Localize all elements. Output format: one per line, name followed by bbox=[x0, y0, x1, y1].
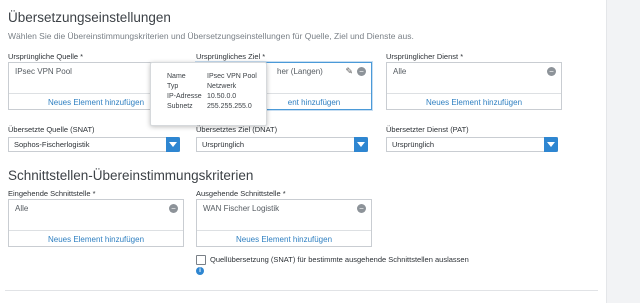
outbound-add-button[interactable]: Neues Element hinzufügen bbox=[197, 235, 371, 244]
divider bbox=[387, 93, 561, 94]
remove-icon[interactable]: − bbox=[357, 67, 366, 76]
orig-dest-add-button[interactable]: ent hinzufügen bbox=[257, 98, 371, 107]
info-icon[interactable]: i bbox=[196, 267, 204, 275]
skip-snat-label: Quellübersetzung (SNAT) für bestimmte au… bbox=[210, 255, 469, 264]
chevron-down-icon[interactable] bbox=[544, 137, 558, 152]
orig-source-item[interactable]: IPsec VPN Pool bbox=[15, 67, 72, 76]
tooltip-key: IP-Adresse bbox=[167, 93, 202, 100]
trans-dest-select[interactable]: Ursprünglich bbox=[196, 137, 368, 152]
inbound-label: Eingehende Schnittstelle * bbox=[8, 189, 96, 198]
inbound-add-button[interactable]: Neues Element hinzufügen bbox=[9, 235, 183, 244]
chevron-down-icon[interactable] bbox=[166, 137, 180, 152]
section-title-translation: Übersetzungseinstellungen bbox=[8, 10, 171, 25]
trans-dest-value: Ursprünglich bbox=[202, 140, 245, 149]
tooltip-value: IPsec VPN Pool bbox=[207, 73, 257, 80]
skip-snat-checkbox[interactable] bbox=[196, 255, 206, 265]
chevron-down-icon[interactable] bbox=[354, 137, 368, 152]
trans-service-label: Übersetzter Dienst (PAT) bbox=[386, 125, 469, 134]
remove-icon[interactable]: − bbox=[547, 67, 556, 76]
outbound-item[interactable]: WAN Fischer Logistik bbox=[203, 204, 279, 213]
orig-service-item[interactable]: Alle bbox=[393, 67, 406, 76]
pencil-icon[interactable]: ✎ bbox=[345, 66, 353, 77]
tooltip-value: 10.50.0.0 bbox=[207, 93, 237, 100]
right-gutter bbox=[606, 0, 640, 303]
outbound-label: Ausgehende Schnittstelle * bbox=[196, 189, 286, 198]
trans-service-select[interactable]: Ursprünglich bbox=[386, 137, 558, 152]
trans-source-label: Übersetzte Quelle (SNAT) bbox=[8, 125, 95, 134]
section-title-interfaces: Schnittstellen-Übereinstimmungskriterien bbox=[8, 168, 254, 183]
section-subtitle: Wählen Sie die Übereinstimmungskriterien… bbox=[8, 31, 414, 41]
tooltip-value: 255.255.255.0 bbox=[207, 103, 252, 110]
inbound-list: Alle − Neues Element hinzufügen bbox=[8, 199, 184, 247]
orig-service-add-button[interactable]: Neues Element hinzufügen bbox=[387, 98, 561, 107]
divider bbox=[9, 230, 183, 231]
remove-icon[interactable]: − bbox=[169, 204, 178, 213]
outbound-list: WAN Fischer Logistik − Neues Element hin… bbox=[196, 199, 372, 247]
trans-source-value: Sophos-Fischerlogistik bbox=[14, 140, 90, 149]
tooltip-key: Typ bbox=[167, 83, 179, 90]
orig-source-label: Ursprüngliche Quelle * bbox=[8, 52, 84, 61]
object-tooltip: Name IPsec VPN Pool Typ Netzwerk IP-Adre… bbox=[150, 62, 267, 126]
remove-icon[interactable]: − bbox=[357, 204, 366, 213]
orig-service-list: Alle − Neues Element hinzufügen bbox=[386, 62, 562, 110]
trans-dest-label: Übersetztes Ziel (DNAT) bbox=[196, 125, 278, 134]
divider bbox=[197, 230, 371, 231]
orig-dest-item[interactable]: her (Langen) bbox=[277, 67, 323, 76]
tooltip-key: Name bbox=[167, 73, 186, 80]
orig-service-label: Ursprünglicher Dienst * bbox=[386, 52, 464, 61]
inbound-item[interactable]: Alle bbox=[15, 204, 28, 213]
tooltip-value: Netzwerk bbox=[207, 83, 237, 90]
tooltip-key: Subnetz bbox=[167, 103, 193, 110]
trans-source-select[interactable]: Sophos-Fischerlogistik bbox=[8, 137, 180, 152]
orig-dest-label: Ursprüngliches Ziel * bbox=[196, 52, 266, 61]
divider bbox=[5, 290, 598, 291]
trans-service-value: Ursprünglich bbox=[392, 140, 435, 149]
